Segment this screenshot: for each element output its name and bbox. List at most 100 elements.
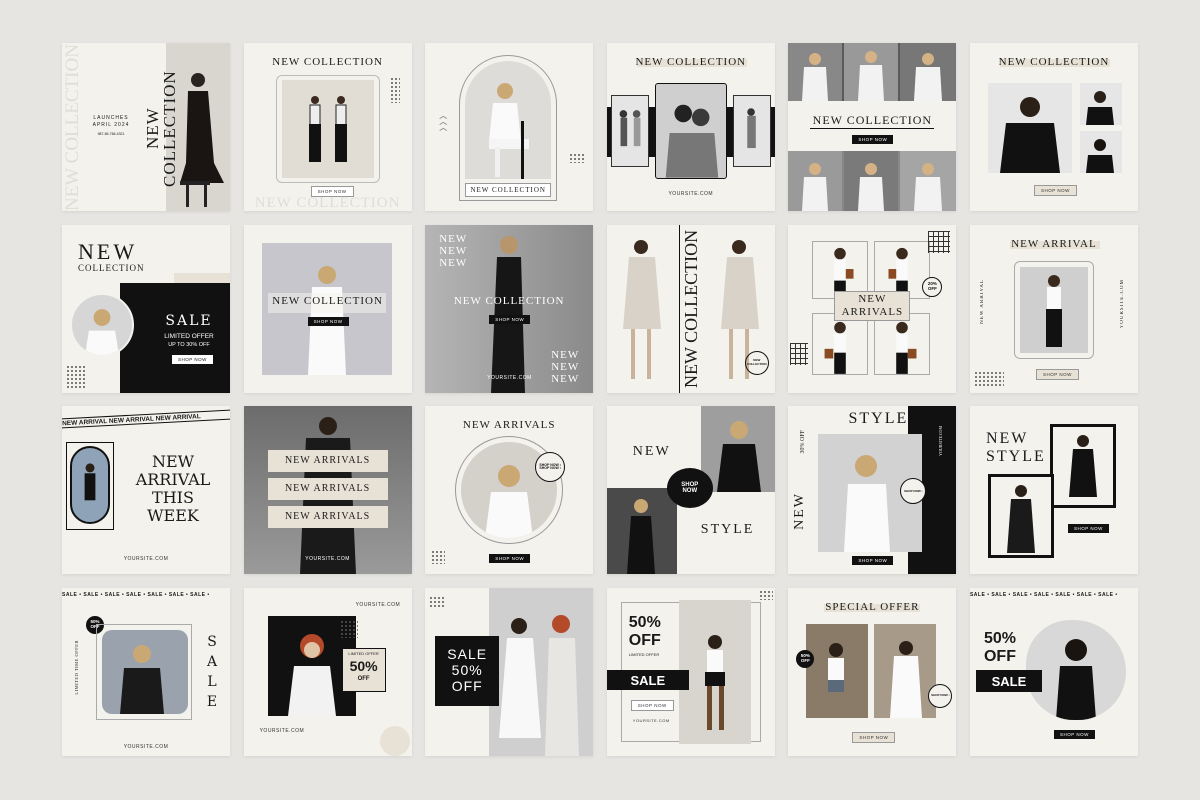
headline-collection: COLLECTION [78,262,145,273]
shop-now-button[interactable]: SHOP NOW [1067,524,1109,534]
models-photo [281,80,374,178]
photo-bottom-left [812,312,869,375]
limited-offer-text: LIMITED OFFER [628,652,660,658]
launch-label: LAUNCHES [93,115,129,121]
site-url-top: YOURSITE.COM [355,602,401,609]
post-tile-15[interactable]: NEW ARRIVALS SHOP NOW • SHOP NOW • SHOP … [425,406,594,575]
shop-now-circle-badge[interactable]: SHOP NOW • [928,684,953,709]
left-model-photo [610,228,677,389]
headline-this: THIS [152,488,194,508]
grid-lines-icon [790,342,809,365]
template-grid: NEW COLLECTION NEW COLLECTION LAUNCHES A… [62,43,1138,757]
vertical-ghost-text: NEW COLLECTION [62,44,83,211]
site-url: YOURSITE.COM [305,556,350,563]
stacked-new-right-3: NEW [551,372,580,385]
dot-pattern [569,153,586,163]
launch-date: APRIL 2024 [92,122,130,128]
post-tile-8[interactable]: NEW COLLECTION SHOP NOW [243,224,412,393]
top-photo-strip [788,43,957,101]
model-photo [1019,266,1088,353]
shop-now-button[interactable]: SHOP NOW [852,135,894,144]
dot-pattern [339,620,358,639]
post-tile-2[interactable]: NEW COLLECTION SHOP NOW NEW COLLECTION [243,43,412,211]
sale-text: SALE [991,674,1027,690]
limited-offer-text: LIMITED OFFER [348,651,379,657]
post-tile-6[interactable]: NEW COLLECTION SHOP NOW [969,43,1138,211]
bottom-photo-strip [788,151,957,211]
headline-new: NEW [78,238,138,264]
left-photo [610,95,649,167]
site-url: YOURSITE.COM [632,718,670,724]
post-tile-24[interactable]: SALE • SALE • SALE • SALE • SALE • SALE … [969,588,1138,757]
side-photo-bottom [1079,131,1122,173]
post-tile-3[interactable]: NEW COLLECTION ︿ ︿ ︿ [425,43,594,211]
stacked-new-3: NEW [439,256,468,269]
post-tile-23[interactable]: SPECIAL OFFER 50% OFF SHOP NOW • SHOP NO… [788,588,957,757]
word-style: STYLE [700,522,755,538]
post-tile-22[interactable]: 50% OFF LIMITED OFFER SALE SHOP NOW YOUR… [606,588,775,757]
badge-line-1: SHOP [681,481,699,488]
post-tile-19[interactable]: SALE • SALE • SALE • SALE • SALE • SALE … [62,588,230,757]
model-photo [102,630,188,715]
arrivals-text-2: NEW ARRIVALS [284,483,371,495]
chevron-stack-icon: ︿ ︿ ︿ [439,111,448,132]
photo-right [874,624,937,719]
side-text: LIMITED TIME OFFER [74,640,79,695]
title-underline [810,128,935,129]
dot-pattern [66,364,86,389]
shop-now-button[interactable]: SHOP NOW [489,554,531,564]
shop-now-button[interactable]: SHOP NOW [172,354,213,364]
photo-bottom-right [874,312,931,375]
discount-badge: 20% OFF [922,276,943,297]
sale-line-3: OFF [451,678,483,695]
headline-new: NEW [985,430,1029,448]
shop-now-button[interactable]: SHOP NOW [852,556,894,566]
post-tile-21[interactable]: SALE 50% OFF [425,588,594,757]
post-tile-5[interactable]: NEW COLLECTION SHOP NOW [788,43,957,211]
headline-style: STYLE [985,448,1046,466]
phone-number: 987-65-766-4321 [97,132,125,136]
model-photo [678,600,751,745]
ribbon-text: NEW ARRIVAL NEW ARRIVAL NEW ARRIVAL [62,413,201,428]
post-tile-9[interactable]: NEW NEW NEW NEW COLLECTION SHOP NOW YOUR… [425,224,594,393]
arrivals-text-3: NEW ARRIVALS [284,511,371,523]
shop-now-button[interactable]: SHOP NOW [489,314,531,324]
tile-title: NEW COLLECTION [453,294,565,307]
ribbon-text: SALE • SALE • SALE • SALE • SALE • SALE … [62,592,210,599]
shop-now-button[interactable]: SHOP NOW [307,316,349,326]
discount-percent: 50% [349,658,378,675]
shop-now-badge[interactable]: SHOP NOW [666,468,713,509]
post-tile-10[interactable]: NEW COLLECTION NEW COLLECTION [606,224,775,393]
grid-lines-icon [928,230,951,253]
post-tile-12[interactable]: NEW ARRIVAL NEW ARRIVAL YOURSITE.COM SHO… [969,224,1138,393]
beige-accent [174,272,230,283]
post-tile-16[interactable]: NEW SHOP NOW STYLE [606,406,775,575]
post-tile-7[interactable]: NEW COLLECTION SALE LIMITED OFFER UP TO … [62,224,230,393]
shop-now-button[interactable]: SHOP NOW [1033,185,1077,196]
post-tile-18[interactable]: NEW STYLE SHOP NOW [969,406,1138,575]
post-tile-13[interactable]: NEW ARRIVAL NEW ARRIVAL NEW ARRIVAL NEW … [62,406,230,575]
shop-now-button[interactable]: SHOP NOW [1053,730,1095,740]
site-url: YOURSITE.COM [123,556,169,563]
shop-now-button[interactable]: SHOP NOW [852,732,896,744]
dot-pattern [389,77,400,103]
title-new: NEW [858,292,887,305]
post-tile-4[interactable]: NEW COLLECTION YOURSITE.COM [606,43,775,211]
post-tile-20[interactable]: YOURSITE.COM LIMITED OFFER 50% OFF YOURS… [243,588,412,757]
sale-line-2: 50% [451,662,483,679]
models-photo [489,588,594,757]
side-photo-top [1079,83,1122,125]
shop-now-button[interactable]: SHOP NOW [1035,368,1079,380]
shop-now-button[interactable]: SHOP NOW [630,700,674,712]
tile-title: NEW COLLECTION [998,56,1110,68]
post-tile-14[interactable]: NEW ARRIVALS NEW ARRIVALS NEW ARRIVALS Y… [243,406,412,575]
vertical-headline: NEW COLLECTION [680,229,701,388]
badge-off: OFF [927,285,937,291]
post-tile-11[interactable]: NEW ARRIVALS 20% OFF [788,224,957,393]
photo-shadow-box [66,442,114,531]
post-tile-17[interactable]: STYLE YOURSITE.COM 30% OFF SHOP NOW • NE… [788,406,957,575]
coat-photo-top [1049,424,1116,509]
word-new-vertical: NEW [792,492,808,531]
side-text-right: YOURSITE.COM [1119,278,1125,329]
post-tile-1[interactable]: NEW COLLECTION NEW COLLECTION LAUNCHES A… [62,43,230,211]
